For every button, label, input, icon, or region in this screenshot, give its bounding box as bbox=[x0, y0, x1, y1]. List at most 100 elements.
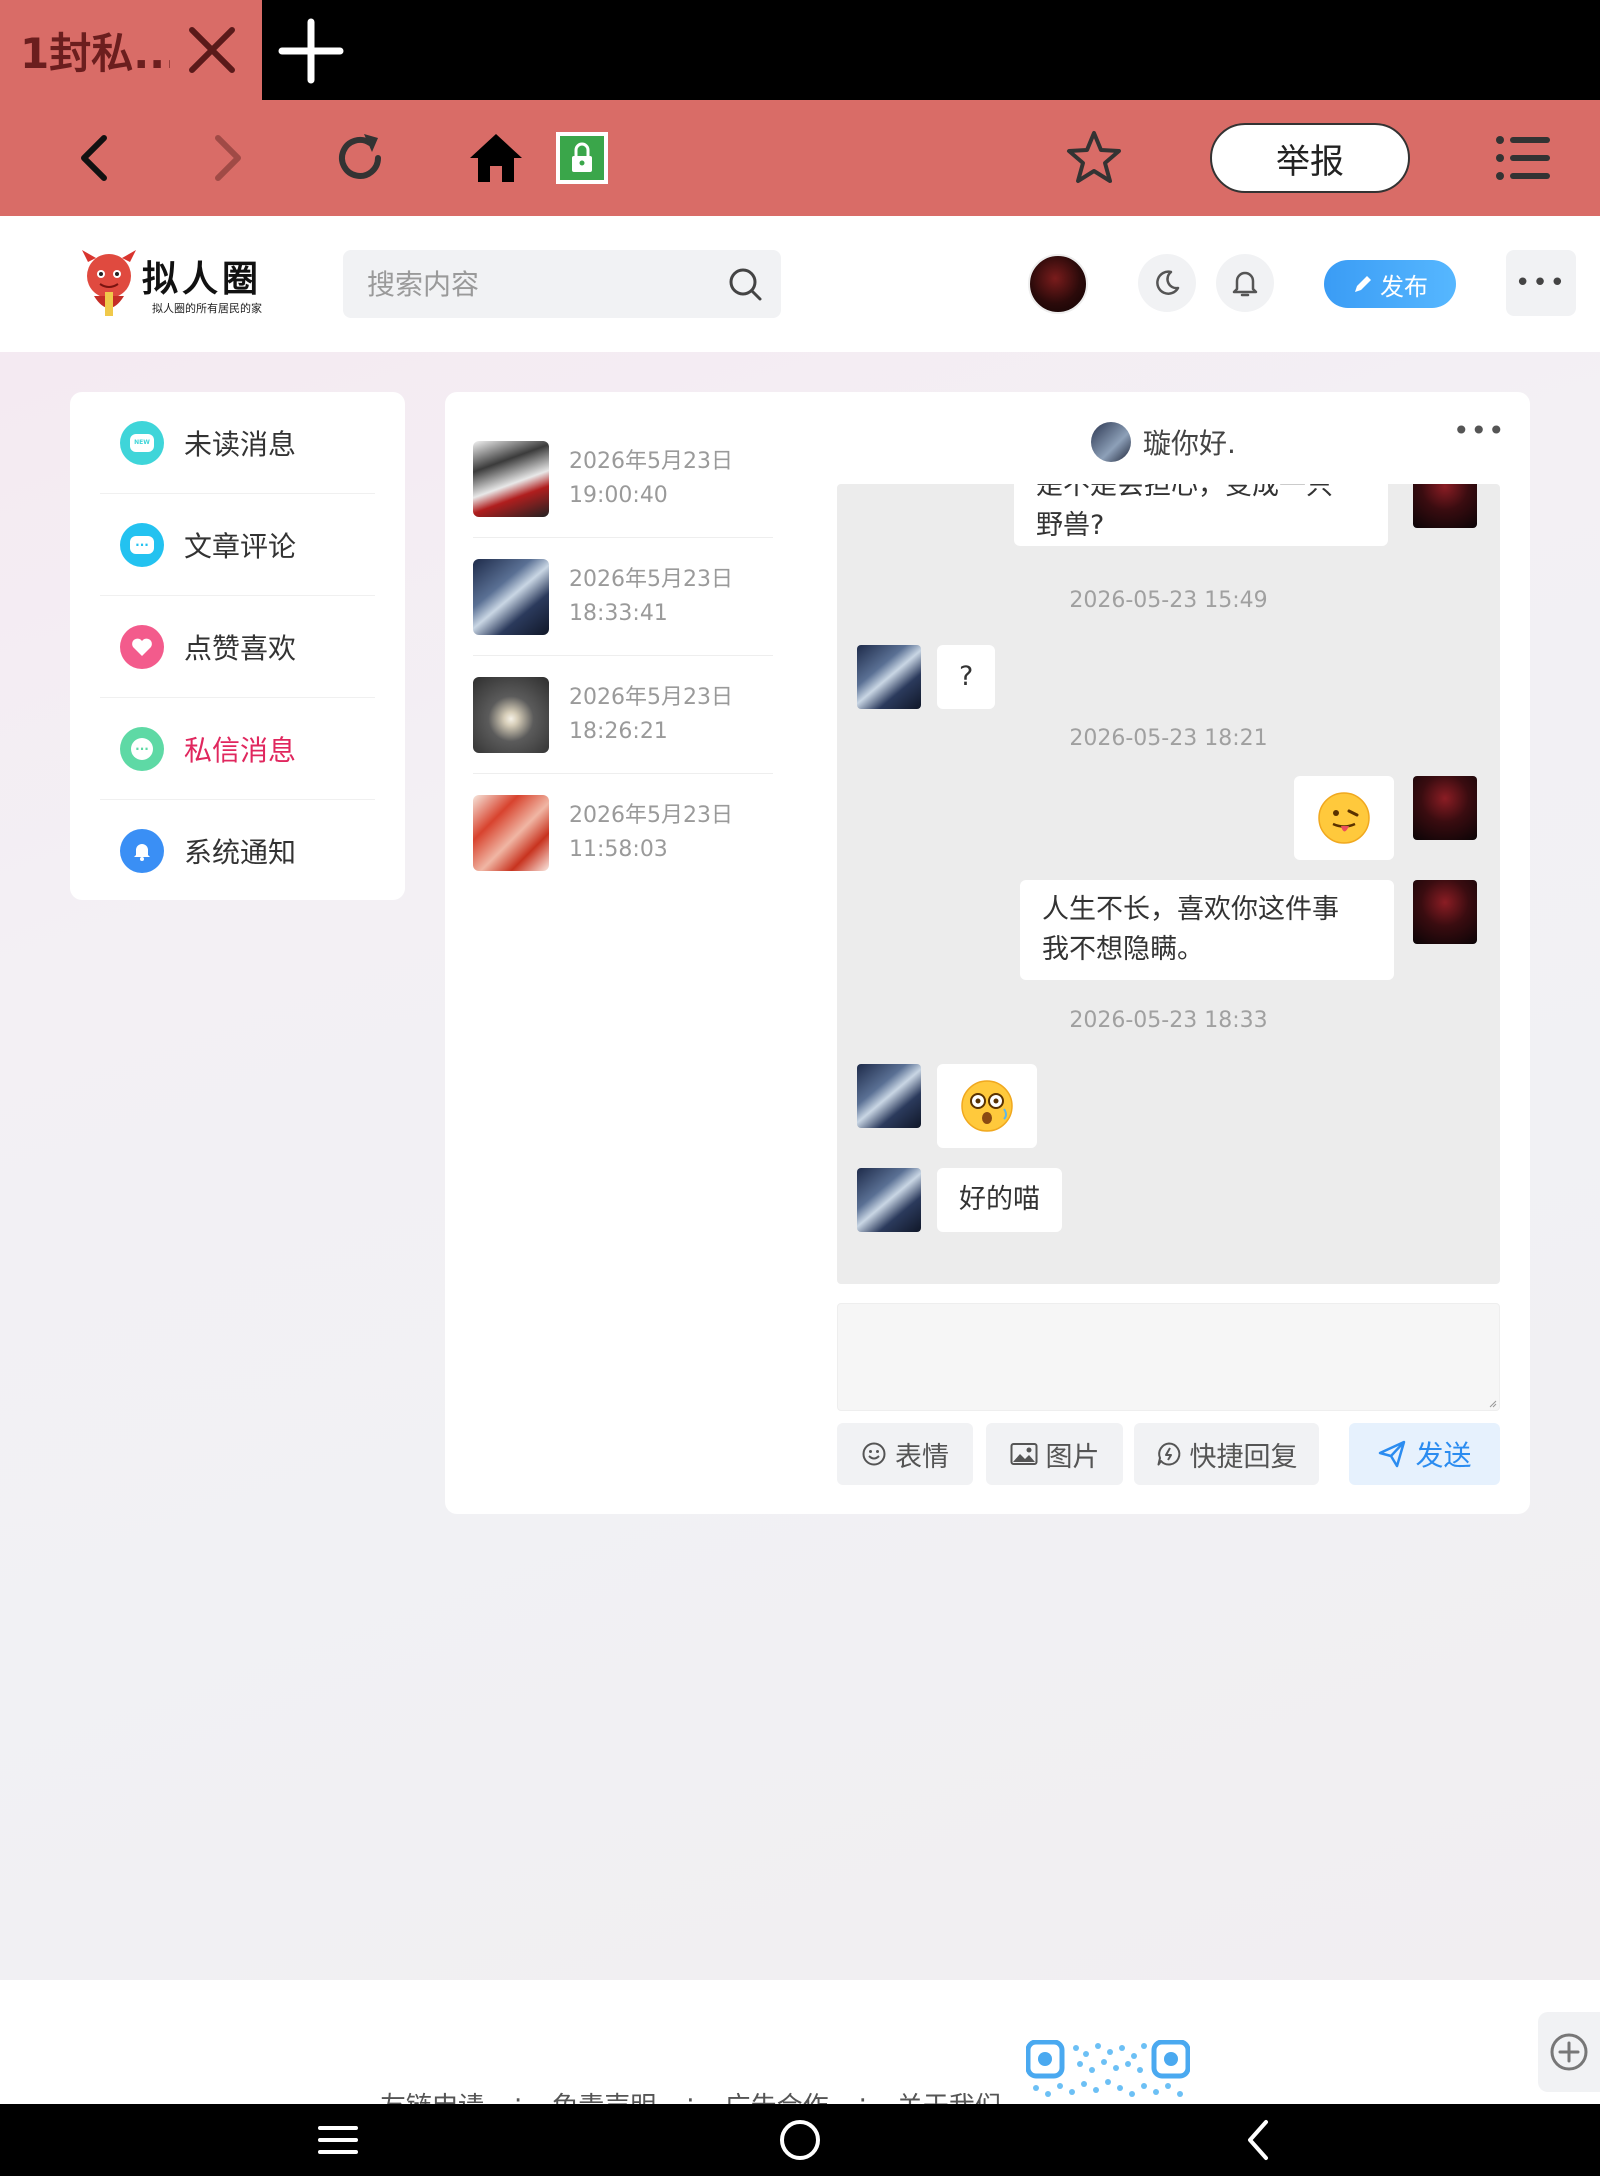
more-button[interactable]: ••• bbox=[1506, 250, 1576, 316]
conversation-item[interactable]: 2026年5月23日 18:33:41 bbox=[473, 538, 773, 656]
send-label: 发送 bbox=[1415, 1439, 1472, 1472]
image-button[interactable]: 图片 bbox=[986, 1423, 1123, 1485]
peer-avatar bbox=[1091, 422, 1131, 462]
search-input[interactable] bbox=[367, 250, 727, 318]
footer-link[interactable]: 友链申请 bbox=[380, 2086, 484, 2104]
conversation-time: 18:33:41 bbox=[569, 600, 668, 626]
conversation-date: 2026年5月23日 bbox=[569, 684, 733, 710]
logo-text: 拟人圈 bbox=[142, 258, 263, 300]
my-avatar[interactable] bbox=[1413, 880, 1477, 944]
peer-avatar[interactable] bbox=[857, 1064, 921, 1128]
chat-bubble-icon: ··· bbox=[120, 726, 164, 771]
bell-icon bbox=[1232, 271, 1258, 297]
peer-avatar[interactable] bbox=[857, 1168, 921, 1232]
menu-item-system[interactable]: 系统通知 bbox=[100, 800, 375, 902]
message-bubble-received: 好的喵 bbox=[937, 1168, 1062, 1232]
quick-reply-label: 快捷回复 bbox=[1189, 1441, 1298, 1473]
tab-title: 1封私... bbox=[20, 28, 170, 78]
home-icon[interactable] bbox=[466, 128, 526, 188]
forward-icon[interactable] bbox=[196, 128, 256, 188]
menu-item-unread[interactable]: NEW 未读消息 bbox=[100, 392, 375, 494]
notification-button[interactable] bbox=[1216, 254, 1274, 312]
search-icon[interactable] bbox=[727, 266, 763, 302]
bell-icon bbox=[120, 829, 164, 873]
footer-links: 友链申请 · 免责声明 · 广告合作 · 关于我们 bbox=[380, 2086, 1001, 2104]
reload-icon[interactable] bbox=[330, 128, 390, 188]
pencil-icon bbox=[1355, 276, 1371, 292]
new-tab-icon[interactable] bbox=[278, 18, 344, 84]
send-button[interactable]: 发送 bbox=[1349, 1423, 1500, 1485]
message-timestamp: 2026-05-23 18:33 bbox=[1069, 1008, 1268, 1033]
my-avatar[interactable] bbox=[1413, 776, 1477, 840]
site-header: 拟人圈 拟人圈的所有居民的家 发布 ••• bbox=[0, 216, 1600, 352]
footer-link[interactable]: 关于我们 bbox=[897, 2086, 1001, 2104]
site-footer: 友链申请 · 免责声明 · 广告合作 · 关于我们 bbox=[0, 1980, 1600, 2104]
menu-icon[interactable] bbox=[1494, 128, 1554, 188]
message-input[interactable] bbox=[837, 1303, 1500, 1411]
peer-name: 璇你好. bbox=[1143, 427, 1236, 460]
conversation-time: 11:58:03 bbox=[569, 837, 668, 862]
message-menu: NEW 未读消息 ··· 文章评论 点赞喜欢 ··· 私信消息 系统通知 bbox=[70, 392, 405, 900]
paper-plane-icon bbox=[1379, 1440, 1406, 1468]
conversation-item[interactable]: 2026年5月23日 11:58:03 bbox=[473, 774, 773, 892]
menu-item-likes[interactable]: 点赞喜欢 bbox=[100, 596, 375, 698]
resize-handle-icon[interactable] bbox=[1489, 1400, 1497, 1408]
my-avatar[interactable] bbox=[1413, 484, 1477, 528]
message-timestamp: 2026-05-23 18:21 bbox=[1069, 726, 1268, 751]
conversation-avatar bbox=[473, 795, 549, 871]
menu-item-label: 系统通知 bbox=[184, 836, 297, 869]
message-bubble-received: ? bbox=[937, 645, 996, 709]
quick-reply-icon bbox=[1157, 1442, 1180, 1466]
search-box[interactable] bbox=[343, 250, 781, 318]
publish-label: 发布 bbox=[1380, 272, 1428, 301]
conversation-date: 2026年5月23日 bbox=[569, 448, 733, 474]
emoji-button[interactable]: 表情 bbox=[837, 1423, 973, 1485]
lock-icon[interactable] bbox=[556, 132, 608, 184]
menu-item-label: 私信消息 bbox=[184, 733, 297, 767]
user-avatar[interactable] bbox=[1028, 254, 1088, 314]
comment-icon: ··· bbox=[120, 522, 164, 567]
conversation-list: 2026年5月23日 19:00:40 2026年5月23日 18:33:41 … bbox=[473, 420, 773, 892]
message-bubble-sent: 是不是会担心，变成一只 野兽? bbox=[1014, 484, 1388, 546]
emoji-label: 表情 bbox=[895, 1441, 949, 1473]
logo-subtitle: 拟人圈的所有居民的家 bbox=[152, 302, 262, 315]
quick-reply-button[interactable]: 快捷回复 bbox=[1134, 1423, 1319, 1485]
back-nav-icon[interactable] bbox=[1238, 2118, 1282, 2162]
star-icon[interactable] bbox=[1064, 128, 1124, 188]
conversation-date: 2026年5月23日 bbox=[569, 566, 733, 592]
moon-icon bbox=[1156, 270, 1180, 295]
mascot-icon bbox=[82, 250, 136, 316]
peer-avatar[interactable] bbox=[857, 645, 921, 709]
image-label: 图片 bbox=[1045, 1441, 1100, 1473]
back-icon[interactable] bbox=[66, 128, 126, 188]
image-icon bbox=[1010, 1443, 1037, 1465]
site-logo[interactable]: 拟人圈 拟人圈的所有居民的家 bbox=[78, 248, 278, 324]
close-icon[interactable] bbox=[186, 24, 238, 76]
conversation-avatar bbox=[473, 558, 549, 635]
footer-link[interactable]: 广告合作 bbox=[725, 2086, 829, 2104]
dark-mode-button[interactable] bbox=[1138, 254, 1196, 312]
plus-circle-icon bbox=[1550, 2033, 1588, 2071]
chat-messages[interactable]: 是不是会担心，变成一只 野兽? 2026-05-23 15:49 ? 2026-… bbox=[837, 484, 1500, 1284]
home-nav-icon[interactable] bbox=[778, 2118, 822, 2162]
conversation-item[interactable]: 2026年5月23日 18:26:21 bbox=[473, 656, 773, 774]
menu-item-label: 未读消息 bbox=[184, 427, 297, 461]
recent-apps-icon[interactable] bbox=[316, 2118, 360, 2162]
menu-item-private-messages[interactable]: ··· 私信消息 bbox=[100, 698, 375, 800]
smile-icon bbox=[862, 1442, 886, 1466]
floating-add-button[interactable] bbox=[1538, 2012, 1600, 2092]
chat-peer-header[interactable]: 璇你好. bbox=[1091, 422, 1236, 462]
publish-button[interactable]: 发布 bbox=[1324, 260, 1456, 308]
conversation-avatar bbox=[473, 676, 549, 753]
conversation-avatar bbox=[473, 440, 549, 517]
message-bubble-sent bbox=[1294, 776, 1394, 860]
browser-tab[interactable]: 1封私... bbox=[0, 0, 262, 100]
menu-item-comments[interactable]: ··· 文章评论 bbox=[100, 494, 375, 596]
footer-link[interactable]: 免责声明 bbox=[552, 2086, 656, 2104]
qr-code-icon bbox=[1026, 2040, 1190, 2097]
conversation-item[interactable]: 2026年5月23日 19:00:40 bbox=[473, 420, 773, 538]
chat-more-button[interactable]: ••• bbox=[1453, 414, 1506, 447]
conversation-date: 2026年5月23日 bbox=[569, 803, 733, 828]
report-button[interactable]: 举报 bbox=[1210, 123, 1410, 193]
system-nav-bar bbox=[0, 2104, 1600, 2176]
